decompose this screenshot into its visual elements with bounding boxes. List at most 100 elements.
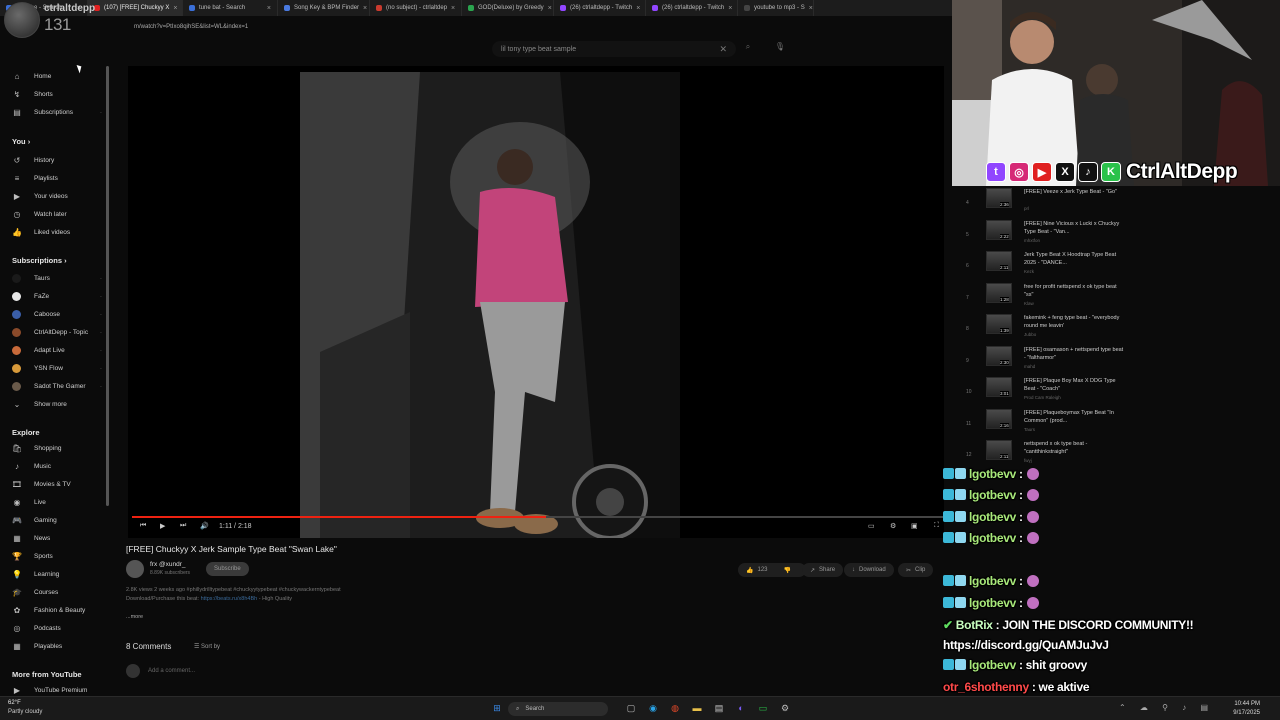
channel-avatar[interactable] [126,560,144,578]
clear-search-icon[interactable]: ✕ [719,44,727,55]
chat-username[interactable]: lgotbevv [969,488,1016,502]
section-more-from-youtube[interactable]: More from YouTube [12,670,82,679]
browser-tab[interactable]: Song Key & BPM Finder × [278,0,370,16]
sidebar-item-fashion-beauty[interactable]: ✿ Fashion & Beauty [12,603,102,617]
close-tab-icon[interactable]: × [267,5,271,12]
chat-username[interactable]: lgotbevv [969,658,1016,672]
playlist-item[interactable]: 4 2:36 [FREE] Veeze x Jerk Type Beat - "Go… [966,188,1146,218]
like-dislike-button[interactable]: 👍 123 👎 [738,563,806,577]
close-tab-icon[interactable]: × [548,5,552,12]
sidebar-item-podcasts[interactable]: ◎ Podcasts [12,621,102,635]
playlist-title[interactable]: [FREE] osamason + nettspend type beat - … [1024,346,1124,362]
store-icon[interactable]: ▤ [712,701,726,715]
sidebar-item-liked-videos[interactable]: 👍 Liked videos [12,225,102,239]
playlist-title[interactable]: free for profit nettspend x ok type beat… [1024,283,1124,299]
sidebar-item-subscriptions[interactable]: ▤ Subscriptions · [12,105,102,119]
next-icon[interactable]: ⏭ [180,522,186,530]
sidebar-item-playlists[interactable]: ≡ Playlists [12,171,102,185]
sidebar-item-sadot-the-gamer[interactable]: Sadot The Gamer · [12,379,102,393]
discord-icon[interactable]: ◐ [734,701,748,715]
previous-icon[interactable]: ⏮ [140,522,146,530]
close-tab-icon[interactable]: × [451,5,455,12]
sidebar-item-live[interactable]: ◉ Live [12,495,102,509]
playlist-title[interactable]: [FREE] Veeze x Jerk Type Beat - "Go" [1024,188,1124,196]
settings-gear-icon[interactable]: ⚙ [890,522,896,530]
sidebar-item-shopping[interactable]: 🛍 Shopping [12,441,102,455]
sidebar-item-caboose[interactable]: Caboose · [12,307,102,321]
sidebar-item-ysn-flow[interactable]: YSN Flow · [12,361,102,375]
chat-username[interactable]: lgotbevv [969,467,1016,481]
browser-tab[interactable]: tune bat - Search × [183,0,278,16]
add-comment-input[interactable]: Add a comment... [148,668,195,674]
sidebar-item-watch-later[interactable]: ◷ Watch later [12,207,102,221]
more-link[interactable]: ...more [126,613,726,622]
chat-username[interactable]: otr_6shothenny [943,680,1029,694]
playlist-title[interactable]: nettspend x ok type beat - "cantthinkstr… [1024,440,1124,456]
download-button[interactable]: ↓ Download [844,563,894,577]
youtube-search-input[interactable]: lil tony type beat sample ✕ [492,41,736,57]
playlist-title[interactable]: [FREE] Plaqueboymax Type Beat "In Common… [1024,409,1124,425]
thumbs-down-icon[interactable]: 👎 [784,567,791,574]
playlist-item[interactable]: 7 1:28 free for profit nettspend x ok type… [966,282,1146,313]
sidebar-item-show-more[interactable]: ⌄ Show more [12,397,102,411]
chat-username[interactable]: BotRix [956,618,993,632]
sidebar-item-shorts[interactable]: ↯ Shorts [12,87,102,101]
description-link[interactable]: https://beats.ru/x8h4Bh [201,596,258,602]
sidebar-item-movies-tv[interactable]: 🎞 Movies & TV [12,477,102,491]
weather-widget[interactable]: 62°F Partly cloudy [8,699,42,717]
file-explorer-icon[interactable]: ▬ [690,701,704,715]
sidebar-item-history[interactable]: ↺ History [12,153,102,167]
sidebar-item-adapt-live[interactable]: Adapt Live · [12,343,102,357]
playlist-title[interactable]: [FREE] Nine Vicious x Lucki x Chuckyy Ty… [1024,220,1124,236]
sidebar-item-home[interactable]: ⌂ Home [12,69,102,83]
playlist-item[interactable]: 8 1:39 fakemink + feng type beat - "everyb… [966,314,1146,344]
search-icon[interactable]: ⌕ [740,42,756,56]
chat-username[interactable]: lgotbevv [969,574,1016,588]
sidebar-item-news[interactable]: ▦ News [12,531,102,545]
clip-button[interactable]: ✂ Clip [898,563,934,577]
video-description[interactable]: 2.8K views 2 weeks ago #phillydrilltypeb… [126,586,726,630]
section-subscriptions[interactable]: Subscriptions › [12,256,67,265]
sidebar-item-gaming[interactable]: 🎮 Gaming [12,513,102,527]
add-comment-row[interactable]: Add a comment... [126,664,826,678]
channel-handle[interactable]: frx @xundr_ [150,561,186,568]
browser-tab[interactable]: (no subject) - ctrlaltdep × [370,0,462,16]
playlist-title[interactable]: Jerk Type Beat X Hoodtrap Type Beat 2025… [1024,251,1124,267]
playlist-item[interactable]: 6 2:11 Jerk Type Beat X Hoodtrap Type Beat… [966,251,1146,281]
playlist-item[interactable]: 9 2:30 [FREE] osamason + nettspend type be… [966,345,1146,376]
sidebar-item-faze[interactable]: FaZe · [12,289,102,303]
chat-username[interactable]: lgotbevv [969,531,1016,545]
subtitles-icon[interactable]: ▭ [868,522,875,530]
sidebar-item-courses[interactable]: 🎓 Courses [12,585,102,599]
address-bar[interactable]: m/watch?v=PtIxo8qihSE&list=WL&index=1 [132,20,932,34]
close-tab-icon[interactable]: × [636,5,640,12]
microphone-icon[interactable]: 🎙 [774,42,786,56]
windows-start-icon[interactable]: ⊞ [490,701,504,715]
sidebar-item-sports[interactable]: 🏆 Sports [12,549,102,563]
taskbar-clock[interactable]: 10:44 PM 9/17/2025 [1233,700,1260,718]
close-tab-icon[interactable]: × [363,5,367,12]
volume-icon[interactable]: 🔊 [200,522,209,530]
browser-tab[interactable]: GOD(Deluxe) by Greedy × [462,0,554,16]
settings-gear-icon[interactable]: ⚙ [778,701,792,715]
browser-tab[interactable]: youtube to mp3 - S × [738,0,814,16]
playlist-item[interactable]: 11 2:16 [FREE] Plaqueboymax Type Beat "In … [966,408,1146,439]
section-explore[interactable]: Explore [12,428,40,437]
playlist-title[interactable]: [FREE] Plaque Boy Max X DDG Type Beat - … [1024,377,1124,393]
task-view-icon[interactable]: ▢ [624,701,638,715]
playlist-title[interactable]: fakemink + feng type beat - "everybody r… [1024,314,1124,330]
chrome-icon[interactable]: ◍ [668,701,682,715]
playlist-item[interactable]: 5 2:22 [FREE] Nine Vicious x Lucki x Chuck… [966,219,1146,250]
sidebar-item-playables[interactable]: ▦ Playables [12,639,102,653]
browser-tab[interactable]: (26) ctrlaltdepp - Twitch × [554,0,646,16]
video-frame[interactable] [300,72,680,538]
close-tab-icon[interactable]: × [173,5,177,12]
chat-username[interactable]: lgotbevv [969,510,1016,524]
close-tab-icon[interactable]: × [809,5,813,12]
sidebar-item-ctrlaltdepp-topic[interactable]: CtrlAltDepp - Topic · [12,325,102,339]
share-button[interactable]: ↗ Share [802,563,844,577]
terminal-icon[interactable]: ▭ [756,701,770,715]
taskbar-search[interactable]: ⌕ Search [508,702,608,716]
sidebar-scrollbar[interactable] [106,66,109,506]
miniplayer-icon[interactable]: ▣ [911,522,918,530]
